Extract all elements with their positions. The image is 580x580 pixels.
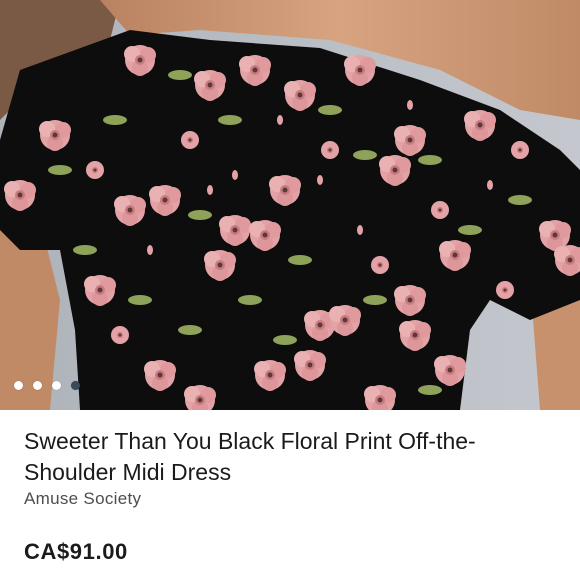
pagination-dot-2[interactable] xyxy=(33,381,42,390)
image-pagination xyxy=(14,381,80,390)
brand-name[interactable]: Amuse Society xyxy=(24,489,141,509)
product-price: CA$91.00 xyxy=(24,539,128,564)
product-image[interactable] xyxy=(0,0,580,410)
dress-photo xyxy=(0,0,580,410)
pagination-dot-1[interactable] xyxy=(14,381,23,390)
pagination-dot-3[interactable] xyxy=(52,381,61,390)
pagination-dot-4[interactable] xyxy=(71,381,80,390)
product-info: Sweeter Than You Black Floral Print Off-… xyxy=(0,410,580,580)
product-title: Sweeter Than You Black Floral Print Off-… xyxy=(24,428,476,485)
